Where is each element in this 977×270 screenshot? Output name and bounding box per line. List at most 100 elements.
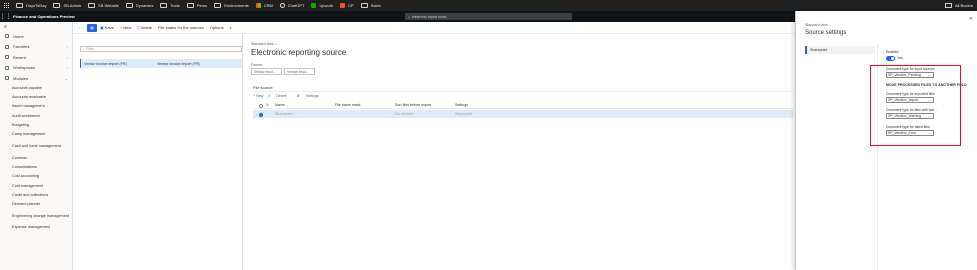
column-header-mask[interactable]: File name mask: [335, 103, 360, 107]
main-form: Standard view ⌄ Electronic reporting sou…: [243, 34, 795, 270]
module-item[interactable]: Engineering change management: [0, 209, 72, 223]
bookmark-sb-website[interactable]: SB Website: [88, 3, 119, 8]
file-source-toolbar: + New ▯ Delete ⚙ Settings: [253, 94, 329, 98]
folder-icon: [186, 3, 194, 8]
save-icon: ▣: [100, 25, 104, 30]
save-button[interactable]: ▣ Save: [100, 25, 114, 30]
file-states-button[interactable]: File states for the sources: [158, 25, 204, 30]
module-item[interactable]: Cash and bank management: [0, 139, 72, 153]
workspace-icon: [5, 65, 9, 70]
waffle-icon[interactable]: ⋮⋮: [0, 11, 12, 22]
search-icon[interactable]: ⌕: [230, 25, 232, 30]
module-item[interactable]: Demand planner: [0, 200, 72, 209]
new-line-button[interactable]: + New: [253, 94, 263, 98]
refresh-icon[interactable]: ↻: [266, 103, 269, 107]
table-row[interactable]: [253, 110, 793, 118]
bookmark-chatgpt[interactable]: ChatGPT: [279, 3, 304, 8]
nav-recent[interactable]: Recent ›: [0, 52, 72, 63]
format-field[interactable]: Vendor invoi...: [284, 68, 315, 75]
bookmark-cp[interactable]: CP: [340, 3, 354, 8]
bookmark-environments[interactable]: Environments: [214, 3, 249, 8]
column-header-sort[interactable]: Sort files before import: [395, 103, 431, 107]
trash-icon: ▯: [137, 25, 140, 30]
chevron-right-icon: ›: [66, 54, 68, 60]
chevron-down-icon: ⌄: [828, 23, 832, 27]
module-item[interactable]: Credit and collections: [0, 190, 72, 199]
page-title: Electronic reporting source: [251, 48, 347, 57]
module-item[interactable]: Expense management: [0, 223, 72, 232]
view-selector[interactable]: Standard view ⌄: [251, 42, 278, 46]
back-arrow-icon[interactable]: ←: [78, 25, 82, 30]
apps-grid-icon[interactable]: [4, 2, 10, 9]
bookmark-sales[interactable]: Sales: [360, 3, 381, 8]
highlight-annotation-box: [870, 65, 961, 146]
browser-bookmarks-bar: DaysToDay SB Admin SB Website Dynamics T…: [0, 0, 977, 11]
nav-collapse-icon[interactable]: ≡: [0, 22, 72, 31]
chevron-right-icon: ›: [66, 65, 68, 71]
delete-button[interactable]: ▯ Delete: [137, 25, 152, 30]
nav-workspaces[interactable]: Workspaces ›: [0, 63, 72, 74]
module-item[interactable]: Cost accounting: [0, 172, 72, 181]
microsoft-icon: [255, 3, 261, 8]
options-menu[interactable]: Options: [210, 25, 224, 30]
folder-icon: [88, 3, 96, 8]
delete-line-button[interactable]: ▯ Delete: [268, 94, 291, 98]
row-selected-radio[interactable]: [259, 113, 263, 117]
chevron-right-icon: ›: [66, 44, 68, 50]
format-field[interactable]: Vendor invoi...: [251, 68, 282, 75]
panel-title: Source settings: [805, 30, 847, 36]
panel-nav-sharepoint[interactable]: Sharepoint: [805, 46, 875, 54]
global-search-input[interactable]: ⌕ electronic report sourc: [405, 13, 572, 20]
folder-icon: [53, 3, 61, 8]
new-button[interactable]: + New: [120, 25, 131, 30]
module-item[interactable]: Audit workbench: [0, 111, 72, 120]
grid-view-icon[interactable]: ▦: [87, 23, 97, 32]
star-icon: [5, 44, 9, 49]
home-icon: [5, 34, 9, 39]
bookmark-upwork[interactable]: Upwork: [311, 3, 333, 8]
bookmark-tools[interactable]: Tools: [160, 3, 180, 8]
divider: [253, 91, 793, 92]
file-source-heading: File source: [253, 85, 273, 90]
module-item[interactable]: Common: [0, 153, 72, 162]
action-pane: ← ▦ ▣ Save + New ▯ Delete File states for t…: [73, 22, 795, 34]
bookmark-sb-admin[interactable]: SB Admin: [53, 3, 81, 8]
clock-icon: [5, 55, 9, 60]
column-header-settings[interactable]: Settings: [455, 103, 468, 107]
module-item[interactable]: Camp management: [0, 130, 72, 139]
folder-icon: [360, 3, 368, 8]
view-selector[interactable]: Standard view ⌄: [805, 23, 832, 27]
cp-icon: [340, 3, 346, 8]
nav-modules[interactable]: Modules ⌄: [0, 73, 72, 84]
close-icon[interactable]: ✕: [969, 16, 973, 22]
list-item[interactable]: Vendor invoice import (FR) Vendor invoic…: [80, 59, 242, 68]
nav-home[interactable]: Home: [0, 31, 72, 42]
folder-icon: [160, 3, 168, 8]
format-label: Format: [251, 63, 262, 67]
cell-name[interactable]: Sharepoint: [275, 112, 292, 116]
folder-icon: [944, 3, 952, 8]
module-item[interactable]: Cost management: [0, 181, 72, 190]
bookmark-dynamics[interactable]: Dynamics: [125, 3, 153, 8]
module-item[interactable]: Accounts payable: [0, 84, 72, 93]
bookmark-perso[interactable]: Perso: [186, 3, 207, 8]
settings-button[interactable]: ⚙ Settings: [297, 94, 324, 98]
column-header-name[interactable]: Name: [275, 103, 285, 107]
bookmark-crm[interactable]: CRM: [255, 3, 273, 8]
cell-settings[interactable]: Sharepoint: [455, 112, 472, 116]
module-item[interactable]: Consolidations: [0, 163, 72, 172]
bookmark-daystoday[interactable]: DaysToDay: [16, 3, 46, 8]
cell-sort[interactable]: Do not sort: [395, 112, 413, 116]
module-item[interactable]: Asset management: [0, 102, 72, 111]
enabled-toggle[interactable]: [886, 56, 895, 61]
module-item[interactable]: Budgeting: [0, 121, 72, 130]
module-item[interactable]: Accounts receivable: [0, 93, 72, 102]
app-title: Finance and Operations Preview: [13, 14, 75, 19]
settings-icon: ⚙: [296, 94, 300, 98]
all-bookmarks[interactable]: All Bookm: [944, 0, 973, 11]
nav-favorites[interactable]: Favorites ›: [0, 42, 72, 53]
trash-icon: ▯: [268, 94, 271, 98]
list-filter-input[interactable]: ⌕ Filter: [80, 46, 242, 52]
chevron-down-icon: ⌄: [64, 75, 68, 81]
search-icon: ⌕: [82, 47, 84, 51]
